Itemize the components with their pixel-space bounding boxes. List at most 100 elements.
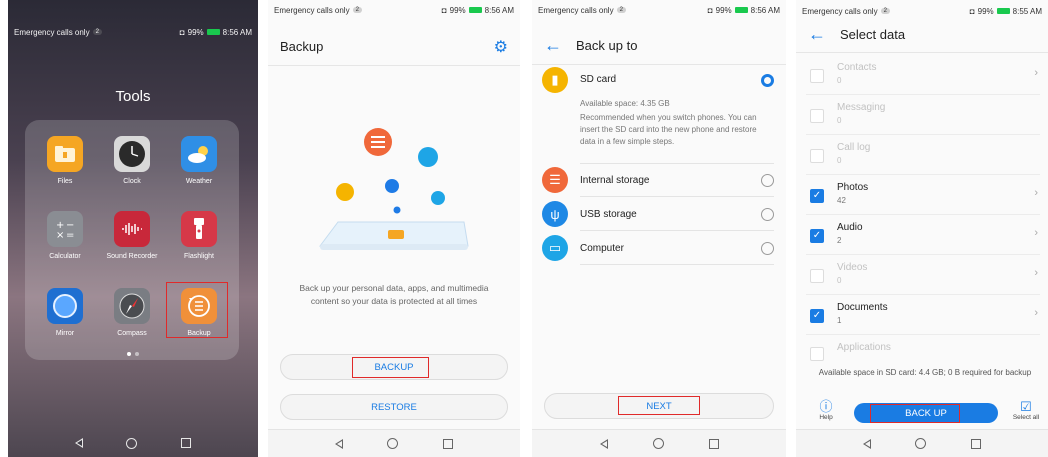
app-label: Flashlight	[184, 253, 214, 260]
weather-icon	[181, 136, 217, 172]
nav-home-icon[interactable]	[126, 437, 138, 449]
app-label: Sound Recorder	[106, 253, 158, 260]
help-button[interactable]: ⓘ Help	[806, 400, 846, 422]
option-internal-storage[interactable]: ☰ Internal storage	[542, 167, 774, 193]
carrier-text: Emergency calls only	[274, 5, 350, 15]
battery-icon	[206, 29, 220, 35]
row-name: Photos	[837, 182, 869, 193]
nav-bar	[532, 429, 786, 457]
data-row-messaging[interactable]: Messaging 0	[806, 95, 1040, 135]
option-label: Internal storage	[580, 175, 650, 186]
nav-bar	[8, 429, 258, 457]
radio-unselected[interactable]	[761, 174, 774, 187]
nav-back-icon[interactable]	[599, 438, 608, 449]
nav-recent-icon[interactable]	[181, 438, 192, 448]
row-name: Contacts	[837, 62, 877, 73]
nfc-icon: ◘	[969, 6, 975, 16]
nav-recent-icon[interactable]	[970, 438, 981, 449]
app-weather[interactable]: Weather	[169, 136, 229, 185]
radio-unselected[interactable]	[761, 208, 774, 221]
app-label: Calculator	[49, 253, 81, 260]
nav-back-icon[interactable]	[74, 438, 83, 448]
option-label: SD card	[580, 74, 617, 85]
app-label: Weather	[185, 178, 213, 185]
backup-screen-panel: Emergency calls only 2 ◘ 99% 8:56 AM Backup…	[268, 0, 520, 457]
back-arrow-icon[interactable]: ←	[544, 35, 562, 56]
checkbox-checked[interactable]: ✓	[810, 229, 824, 243]
nav-recent-icon[interactable]	[708, 438, 719, 449]
page-title: Back up to	[576, 38, 638, 53]
backup-illustration	[268, 110, 520, 270]
page-title: Backup	[280, 39, 324, 54]
data-row-documents[interactable]: ✓ Documents 1 ›	[806, 295, 1040, 335]
chevron-right-icon: ›	[1034, 187, 1038, 199]
clock-time: 8:56 AM	[484, 5, 514, 15]
app-label: Mirror	[55, 330, 75, 337]
page-indicator	[8, 352, 258, 356]
highlight-box	[870, 404, 960, 423]
home-screen-panel: Emergency calls only 2 ◘ 99% 8:56 AM Tools …	[8, 0, 258, 457]
nav-back-icon[interactable]	[863, 438, 872, 449]
option-label: Computer	[580, 243, 624, 254]
status-bar: Emergency calls only 2 ◘ 99% 8:56 AM	[8, 22, 258, 42]
option-sd-card[interactable]: ▮ SD card	[542, 67, 774, 93]
divider	[580, 230, 774, 231]
highlight-box	[166, 282, 228, 338]
row-count: 1	[837, 316, 842, 325]
sim-badge: 2	[92, 29, 102, 35]
data-row-videos[interactable]: Videos 0 ›	[806, 255, 1040, 295]
page-title: Select data	[840, 27, 906, 42]
folder-title: Tools	[115, 88, 151, 105]
checkbox[interactable]	[810, 347, 824, 361]
carrier-text: Emergency calls only	[538, 5, 614, 15]
back-arrow-icon[interactable]: ←	[808, 24, 826, 45]
checkbox-checked[interactable]: ✓	[810, 309, 824, 323]
app-sound-recorder[interactable]: Sound Recorder	[102, 211, 162, 260]
nav-home-icon[interactable]	[387, 438, 399, 449]
radio-unselected[interactable]	[761, 242, 774, 255]
app-clock[interactable]: Clock	[102, 136, 162, 185]
radio-selected[interactable]	[761, 74, 774, 87]
select-all-button[interactable]: ☑ Select all	[1006, 400, 1046, 422]
highlight-box	[618, 396, 700, 415]
checkbox[interactable]	[810, 149, 824, 163]
sd-note: Recommended when you switch phones. You …	[580, 113, 757, 146]
nav-home-icon[interactable]	[652, 438, 664, 449]
battery-percent: 99%	[977, 6, 994, 16]
app-flashlight[interactable]: Flashlight	[169, 211, 229, 260]
data-row-audio[interactable]: ✓ Audio 2 ›	[806, 215, 1040, 255]
nav-recent-icon[interactable]	[442, 438, 453, 449]
usb-icon: ψ	[542, 201, 568, 227]
app-compass[interactable]: Compass	[102, 288, 162, 337]
flashlight-icon	[181, 211, 217, 247]
checkbox[interactable]	[810, 69, 824, 83]
row-name: Messaging	[837, 102, 886, 113]
carrier-text: Emergency calls only	[802, 6, 878, 16]
nav-home-icon[interactable]	[915, 438, 927, 449]
option-usb-storage[interactable]: ψ USB storage	[542, 201, 774, 227]
app-files[interactable]: Files	[35, 136, 95, 185]
app-label: Compass	[117, 330, 147, 337]
gear-icon[interactable]: ⚙	[494, 37, 508, 57]
app-mirror[interactable]: Mirror	[35, 288, 95, 337]
row-name: Call log	[837, 142, 871, 153]
nav-back-icon[interactable]	[335, 438, 344, 449]
backup-description: Back up your personal data, apps, and mu…	[299, 283, 489, 306]
app-calculator[interactable]: + − × = Calculator	[35, 211, 95, 260]
data-row-call-log[interactable]: Call log 0	[806, 135, 1040, 175]
chevron-right-icon: ›	[1034, 307, 1038, 319]
restore-button[interactable]: RESTORE	[280, 394, 508, 420]
sound-recorder-icon	[114, 211, 150, 247]
data-row-contacts[interactable]: Contacts 0 ›	[806, 55, 1040, 95]
checkbox[interactable]	[810, 109, 824, 123]
backup-illustration-svg	[319, 128, 469, 250]
checkbox[interactable]	[810, 269, 824, 283]
clock-icon	[114, 136, 150, 172]
data-row-applications[interactable]: Applications	[806, 335, 1040, 363]
data-row-photos[interactable]: ✓ Photos 42 ›	[806, 175, 1040, 215]
option-computer[interactable]: ▭ Computer	[542, 235, 774, 261]
battery-percent: 99%	[449, 5, 466, 15]
select-data-panel: Emergency calls only 2 ◘ 99% 8:55 AM ← Sele…	[796, 0, 1048, 457]
sd-card-icon: ▮	[542, 67, 568, 93]
checkbox-checked[interactable]: ✓	[810, 189, 824, 203]
